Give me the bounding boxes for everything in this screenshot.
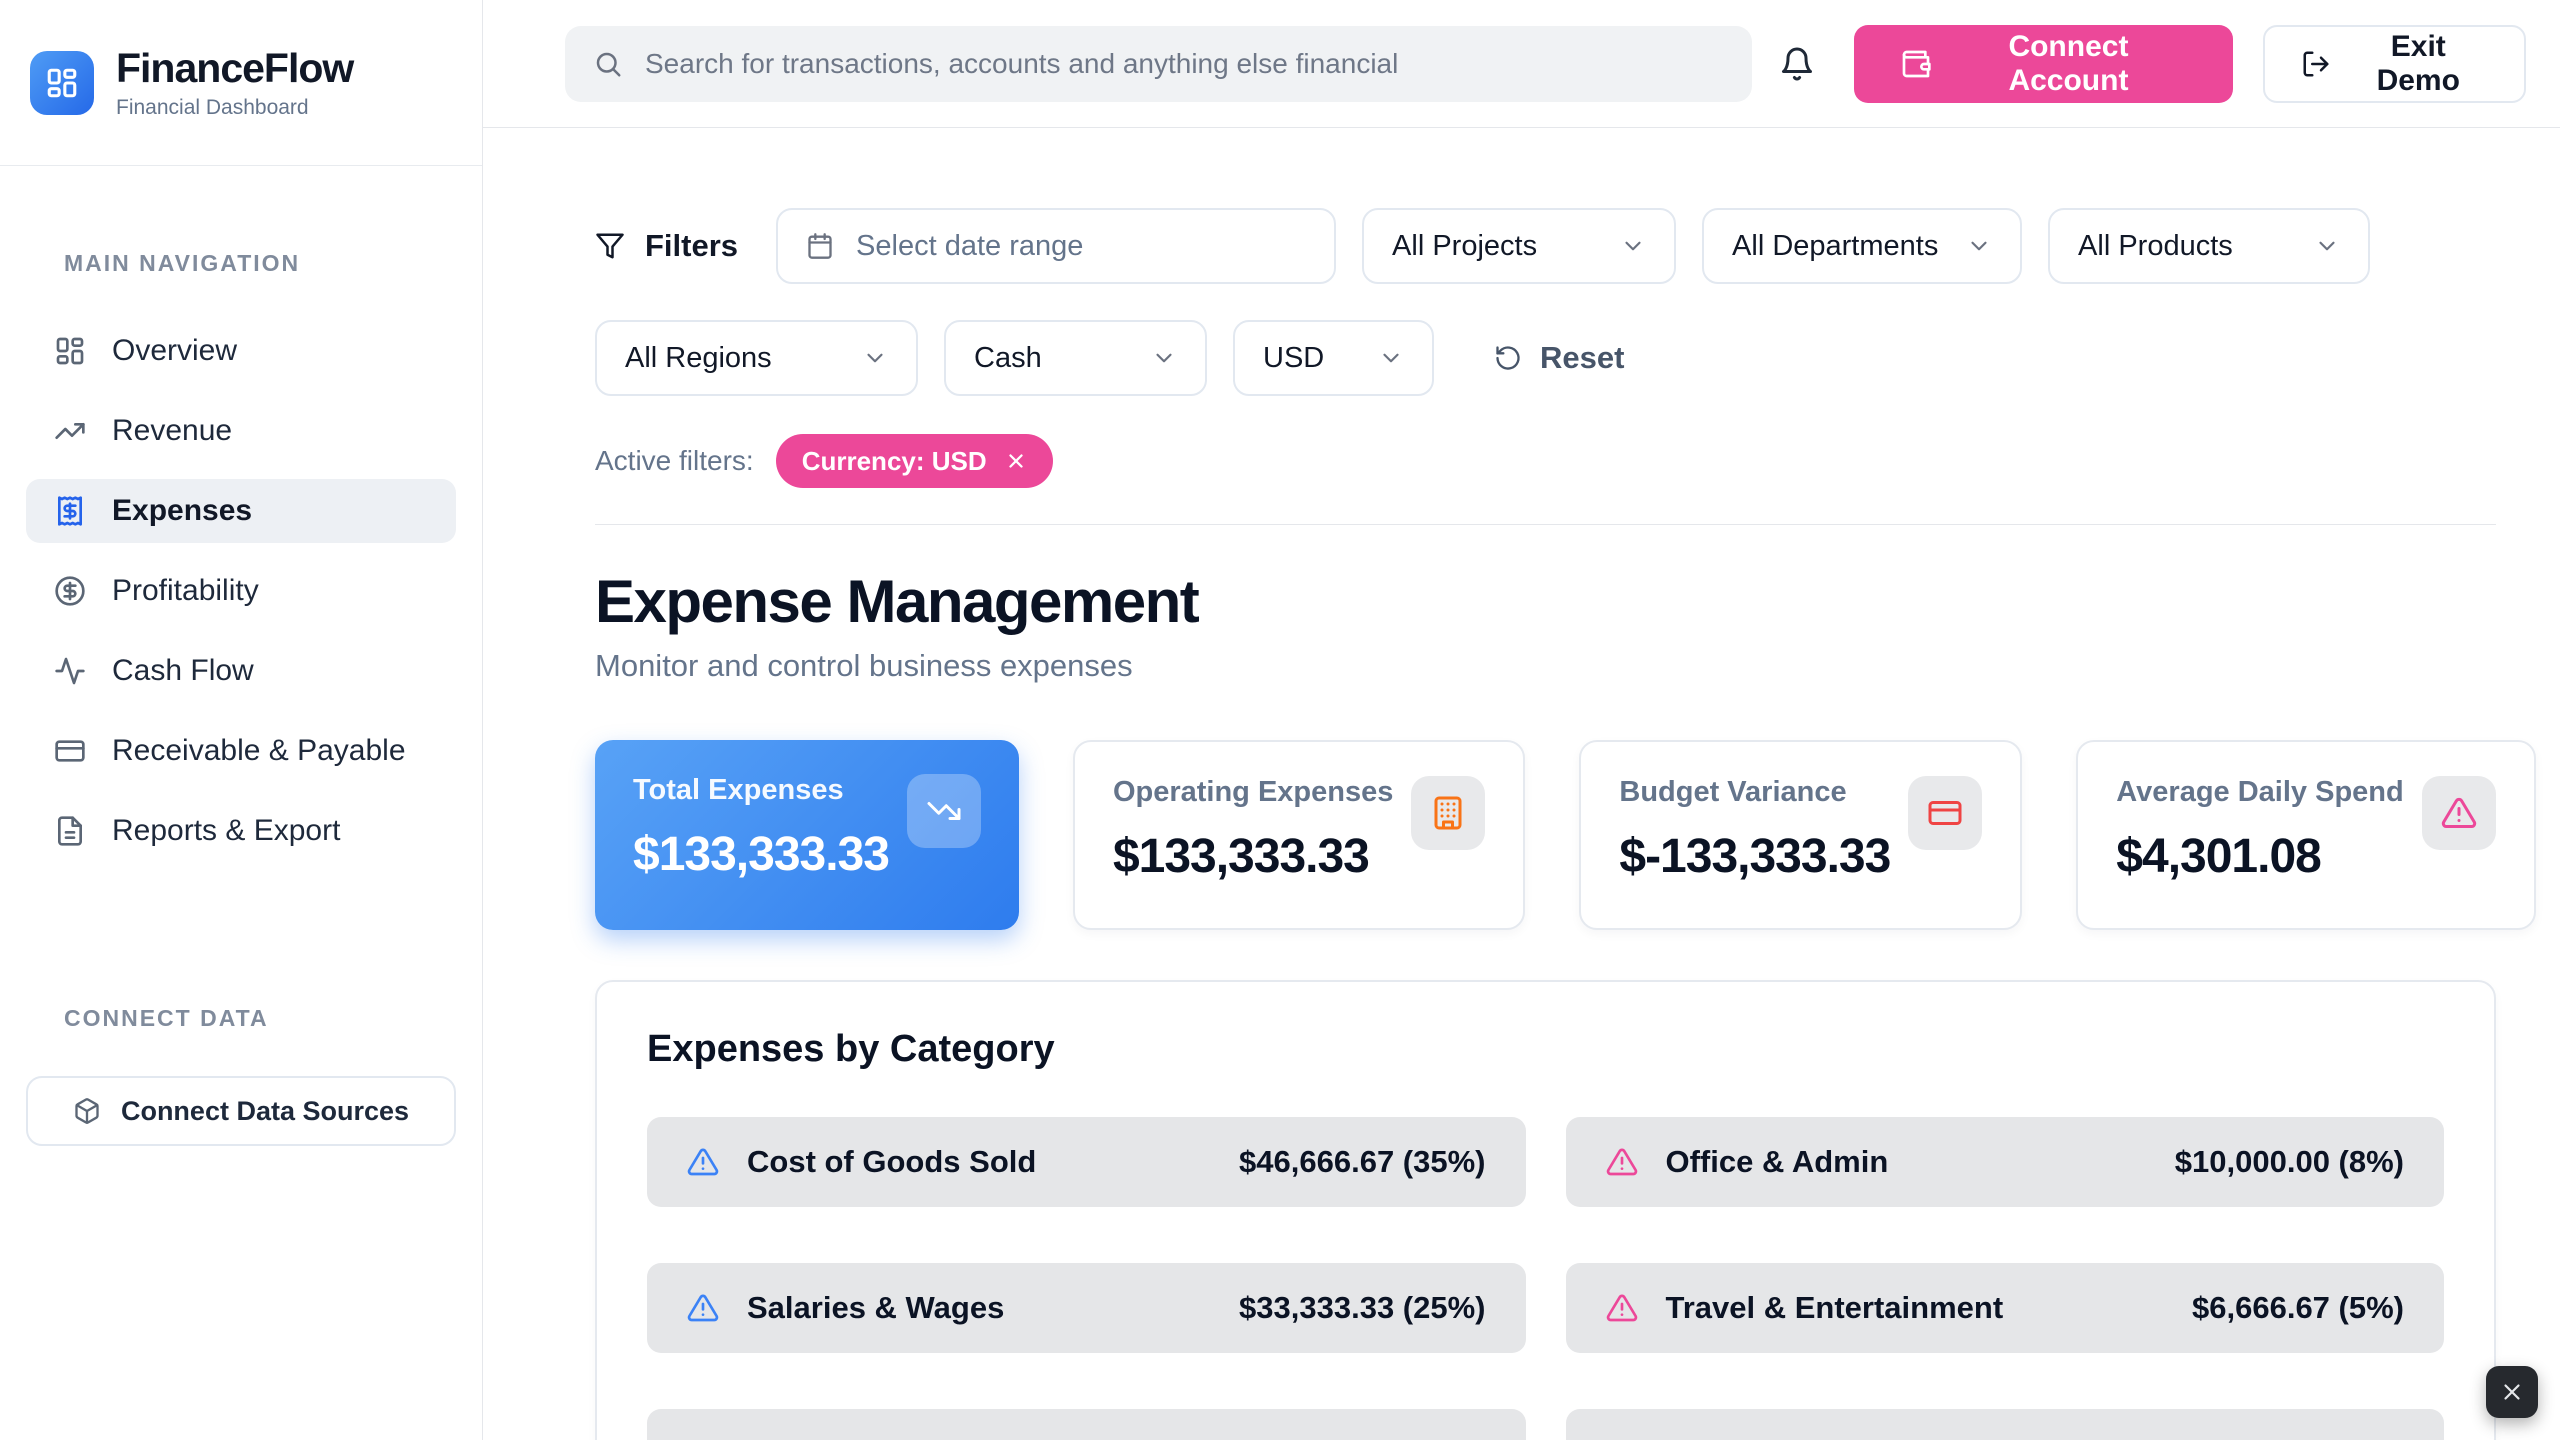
search-bar[interactable] xyxy=(565,26,1752,102)
alert-triangle-icon xyxy=(1606,1146,1638,1178)
category-row-professional-services: Professional Services $3,333.33 (3%) xyxy=(1566,1409,2445,1440)
products-dropdown[interactable]: All Products xyxy=(2048,208,2370,284)
notifications-button[interactable] xyxy=(1776,42,1818,86)
panel-title: Expenses by Category xyxy=(647,1028,2444,1071)
category-row-salaries-wages: Salaries & Wages $33,333.33 (25%) xyxy=(647,1263,1526,1353)
credit-card-icon xyxy=(1908,776,1982,850)
connect-data-section-label: CONNECT DATA xyxy=(64,1005,456,1032)
app-logo-icon xyxy=(30,51,94,115)
calendar-icon xyxy=(806,232,834,260)
app-tagline: Financial Dashboard xyxy=(116,96,353,120)
cube-icon xyxy=(73,1097,101,1125)
stat-card-budget-variance: Budget Variance $-133,333.33 xyxy=(1579,740,2022,930)
app-root: FinanceFlow Financial Dashboard MAIN NAV… xyxy=(0,0,2560,1440)
reset-filters-button[interactable]: Reset xyxy=(1494,340,1624,376)
chevron-down-icon xyxy=(1620,233,1646,259)
close-x-icon xyxy=(2499,1379,2525,1405)
brand: FinanceFlow Financial Dashboard xyxy=(0,0,482,166)
projects-dropdown[interactable]: All Projects xyxy=(1362,208,1676,284)
date-range-picker[interactable] xyxy=(776,208,1336,284)
departments-dropdown[interactable]: All Departments xyxy=(1702,208,2022,284)
stat-card-average-daily-spend: Average Daily Spend $4,301.08 xyxy=(2076,740,2535,930)
chevron-down-icon xyxy=(2314,233,2340,259)
payment-method-dropdown[interactable]: Cash xyxy=(944,320,1207,396)
filters-row-1: Filters All Projects All Departments All… xyxy=(595,208,2496,284)
alert-triangle-icon xyxy=(1606,1292,1638,1324)
search-input[interactable] xyxy=(645,48,1724,80)
sidebar-item-expenses[interactable]: Expenses xyxy=(26,479,456,543)
sidebar-item-revenue[interactable]: Revenue xyxy=(26,399,456,463)
stats-row: Total Expenses $133,333.33 Operating Exp… xyxy=(595,740,2496,930)
rotate-ccw-icon xyxy=(1494,344,1522,372)
chevron-down-icon xyxy=(862,345,888,371)
sidebar-item-cash-flow[interactable]: Cash Flow xyxy=(26,639,456,703)
active-filter-chip[interactable]: Currency: USD xyxy=(776,434,1053,488)
remove-filter-x-icon[interactable] xyxy=(1005,450,1027,472)
nav-section-label: MAIN NAVIGATION xyxy=(64,250,456,277)
credit-card-icon xyxy=(54,735,86,767)
circle-dollar-icon xyxy=(54,575,86,607)
wallet-icon xyxy=(1900,48,1932,80)
category-grid: Cost of Goods Sold $46,666.67 (35%) Offi… xyxy=(647,1117,2444,1440)
chevron-down-icon xyxy=(1966,233,1992,259)
main-content: Filters All Projects All Departments All… xyxy=(483,128,2560,1440)
stat-card-total-expenses: Total Expenses $133,333.33 xyxy=(595,740,1019,930)
activity-icon xyxy=(54,655,86,687)
connect-account-button[interactable]: Connect Account xyxy=(1854,25,2232,103)
sidebar-item-overview[interactable]: Overview xyxy=(26,319,456,383)
building-icon xyxy=(1411,776,1485,850)
page-title: Expense Management xyxy=(595,567,2496,636)
category-row-travel-entertainment: Travel & Entertainment $6,666.67 (5%) xyxy=(1566,1263,2445,1353)
connect-data-sources-button[interactable]: Connect Data Sources xyxy=(26,1076,456,1146)
alert-triangle-icon xyxy=(687,1146,719,1178)
filters-row-2: All Regions Cash USD Reset xyxy=(595,320,2496,396)
app-title: FinanceFlow xyxy=(116,45,353,92)
category-row-office-admin: Office & Admin $10,000.00 (8%) xyxy=(1566,1117,2445,1207)
filters-title: Filters xyxy=(595,228,738,264)
file-text-icon xyxy=(54,815,86,847)
close-overlay-button[interactable] xyxy=(2486,1366,2538,1418)
expenses-by-category-panel: Expenses by Category Cost of Goods Sold … xyxy=(595,980,2496,1440)
category-row-cost-of-goods-sold: Cost of Goods Sold $46,666.67 (35%) xyxy=(647,1117,1526,1207)
page-subtitle: Monitor and control business expenses xyxy=(595,648,2496,684)
funnel-icon xyxy=(595,231,625,261)
exit-demo-button[interactable]: Exit Demo xyxy=(2263,25,2526,103)
bell-icon xyxy=(1779,46,1815,82)
logout-icon xyxy=(2301,49,2331,79)
top-bar: Connect Account Exit Demo xyxy=(483,0,2560,128)
main-navigation: MAIN NAVIGATION Overview Revenue Expense… xyxy=(0,250,482,1146)
receipt-icon xyxy=(54,495,86,527)
regions-dropdown[interactable]: All Regions xyxy=(595,320,918,396)
sidebar-item-profitability[interactable]: Profitability xyxy=(26,559,456,623)
sidebar: FinanceFlow Financial Dashboard MAIN NAV… xyxy=(0,0,483,1440)
layout-dashboard-icon xyxy=(54,335,86,367)
active-filters-label: Active filters: xyxy=(595,445,754,477)
alert-triangle-icon xyxy=(2422,776,2496,850)
currency-dropdown[interactable]: USD xyxy=(1233,320,1434,396)
trending-up-icon xyxy=(54,415,86,447)
chevron-down-icon xyxy=(1378,345,1404,371)
alert-triangle-icon xyxy=(687,1292,719,1324)
sidebar-item-reports-export[interactable]: Reports & Export xyxy=(26,799,456,863)
stat-card-operating-expenses: Operating Expenses $133,333.33 xyxy=(1073,740,1525,930)
category-row-marketing: Marketing $20,000.00 (15%) xyxy=(647,1409,1526,1440)
chevron-down-icon xyxy=(1151,345,1177,371)
trending-down-icon xyxy=(907,774,981,848)
sidebar-item-receivable-payable[interactable]: Receivable & Payable xyxy=(26,719,456,783)
date-range-input[interactable] xyxy=(856,230,1306,263)
active-filters-row: Active filters: Currency: USD xyxy=(595,434,2496,525)
search-icon xyxy=(593,49,623,79)
